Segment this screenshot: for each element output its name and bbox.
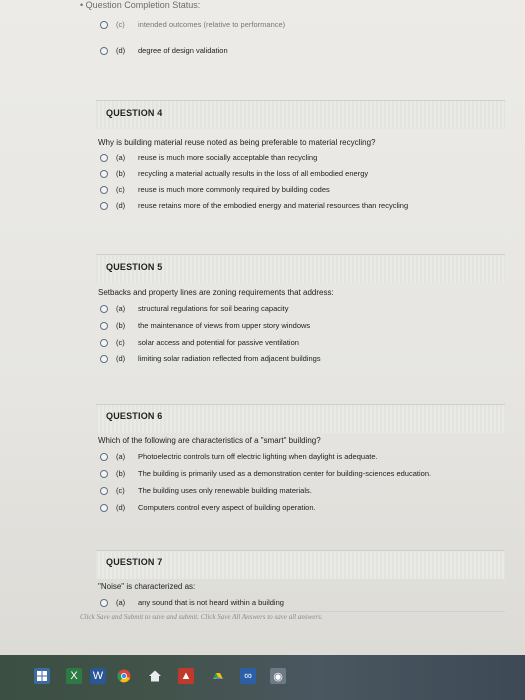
question-7-text: "Noise" is characterized as:	[98, 582, 196, 591]
option-text: any sound that is not heard within a bui…	[138, 598, 284, 607]
prev-option-d[interactable]: (d) degree of design validation	[100, 46, 228, 55]
radio-button[interactable]	[100, 503, 108, 512]
question-5-option-c[interactable]: (c) solar access and potential for passi…	[100, 338, 299, 347]
option-letter: (d)	[116, 354, 126, 363]
radio-button[interactable]	[100, 201, 108, 210]
option-text: structural regulations for soil bearing …	[138, 304, 289, 313]
radio-button[interactable]	[100, 469, 108, 478]
footer-instructions: Click Save and Submit to save and submit…	[80, 613, 323, 621]
option-text: solar access and potential for passive v…	[138, 338, 299, 347]
prev-option-c[interactable]: (c) intended outcomes (relative to perfo…	[100, 20, 285, 29]
question-4-text: Why is building material reuse noted as …	[98, 138, 376, 147]
link-icon[interactable]: ∞	[240, 668, 256, 684]
status-label: Question Completion Status:	[85, 0, 201, 10]
question-4-option-a[interactable]: (a) reuse is much more socially acceptab…	[100, 153, 317, 162]
option-letter: (a)	[116, 304, 126, 313]
option-letter: (c)	[116, 20, 125, 29]
option-letter: (a)	[116, 598, 126, 607]
option-text: Photoelectric controls turn off electric…	[138, 452, 378, 461]
option-letter: (d)	[116, 503, 126, 512]
option-text: The building is primarily used as a demo…	[138, 469, 432, 478]
radio-button[interactable]	[100, 304, 108, 313]
question-5-title: QUESTION 5	[106, 262, 163, 272]
option-letter: (a)	[116, 452, 126, 461]
page: • Question Completion Status: (c) intend…	[0, 0, 525, 655]
question-7-title: QUESTION 7	[106, 557, 163, 567]
question-4-option-c[interactable]: (c) reuse is much more commonly required…	[100, 185, 330, 194]
option-text: degree of design validation	[138, 46, 228, 55]
question-4-title: QUESTION 4	[106, 108, 163, 118]
radio-button[interactable]	[100, 452, 108, 461]
option-text: reuse is much more socially acceptable t…	[138, 153, 318, 162]
question-5-option-a[interactable]: (a) structural regulations for soil bear…	[100, 304, 289, 313]
option-letter: (c)	[116, 338, 125, 347]
radio-button[interactable]	[100, 169, 108, 178]
question-6-option-a[interactable]: (a) Photoelectric controls turn off elec…	[100, 452, 378, 461]
option-letter: (c)	[116, 185, 125, 194]
app-icon[interactable]: ▲	[178, 668, 194, 684]
option-text: intended outcomes (relative to performan…	[138, 20, 286, 29]
chrome-icon[interactable]	[116, 668, 132, 684]
question-6-title: QUESTION 6	[106, 411, 163, 421]
option-letter: (d)	[116, 46, 126, 55]
option-text: recycling a material actually results in…	[138, 169, 369, 178]
option-text: reuse is much more commonly required by …	[138, 185, 330, 194]
option-text: Computers control every aspect of buildi…	[138, 503, 316, 512]
question-6-option-c[interactable]: (c) The building uses only renewable bui…	[100, 486, 312, 495]
home-icon[interactable]	[147, 668, 163, 684]
radio-button[interactable]	[100, 20, 108, 29]
question-6-option-b[interactable]: (b) The building is primarily used as a …	[100, 469, 431, 478]
drive-icon[interactable]	[210, 668, 226, 684]
radio-button[interactable]	[100, 354, 108, 363]
option-letter: (b)	[116, 169, 126, 178]
radio-button[interactable]	[100, 46, 108, 55]
question-6-option-d[interactable]: (d) Computers control every aspect of bu…	[100, 503, 316, 512]
question-6-text: Which of the following are characteristi…	[98, 436, 321, 445]
radio-button[interactable]	[100, 321, 108, 330]
option-text: the maintenance of views from upper stor…	[138, 321, 311, 330]
option-text: reuse retains more of the embodied energ…	[138, 201, 409, 210]
radio-button[interactable]	[100, 185, 108, 194]
word-icon[interactable]: W	[90, 668, 106, 684]
completion-status: • Question Completion Status:	[80, 0, 200, 10]
option-letter: (b)	[116, 321, 126, 330]
question-4-option-d[interactable]: (d) reuse retains more of the embodied e…	[100, 201, 408, 210]
question-7-option-a[interactable]: (a) any sound that is not heard within a…	[100, 598, 284, 607]
option-letter: (a)	[116, 153, 126, 162]
radio-button[interactable]	[100, 598, 108, 607]
question-5-option-d[interactable]: (d) limiting solar radiation reflected f…	[100, 354, 321, 363]
question-5-option-b[interactable]: (b) the maintenance of views from upper …	[100, 321, 310, 330]
status-dot-icon: •	[80, 0, 84, 10]
radio-button[interactable]	[100, 486, 108, 495]
excel-icon[interactable]: X	[66, 668, 82, 684]
option-text: The building uses only renewable buildin…	[138, 486, 312, 495]
option-letter: (c)	[116, 486, 125, 495]
taskbar: X W ▲ ∞ ◉	[0, 655, 525, 700]
question-4-option-b[interactable]: (b) recycling a material actually result…	[100, 169, 368, 178]
divider	[96, 611, 505, 612]
question-5-text: Setbacks and property lines are zoning r…	[98, 288, 334, 297]
option-text: limiting solar radiation reflected from …	[138, 354, 321, 363]
option-letter: (d)	[116, 201, 126, 210]
windows-icon[interactable]	[34, 668, 50, 684]
radio-button[interactable]	[100, 338, 108, 347]
radio-button[interactable]	[100, 153, 108, 162]
photos-icon[interactable]: ◉	[270, 668, 286, 684]
option-letter: (b)	[116, 469, 126, 478]
